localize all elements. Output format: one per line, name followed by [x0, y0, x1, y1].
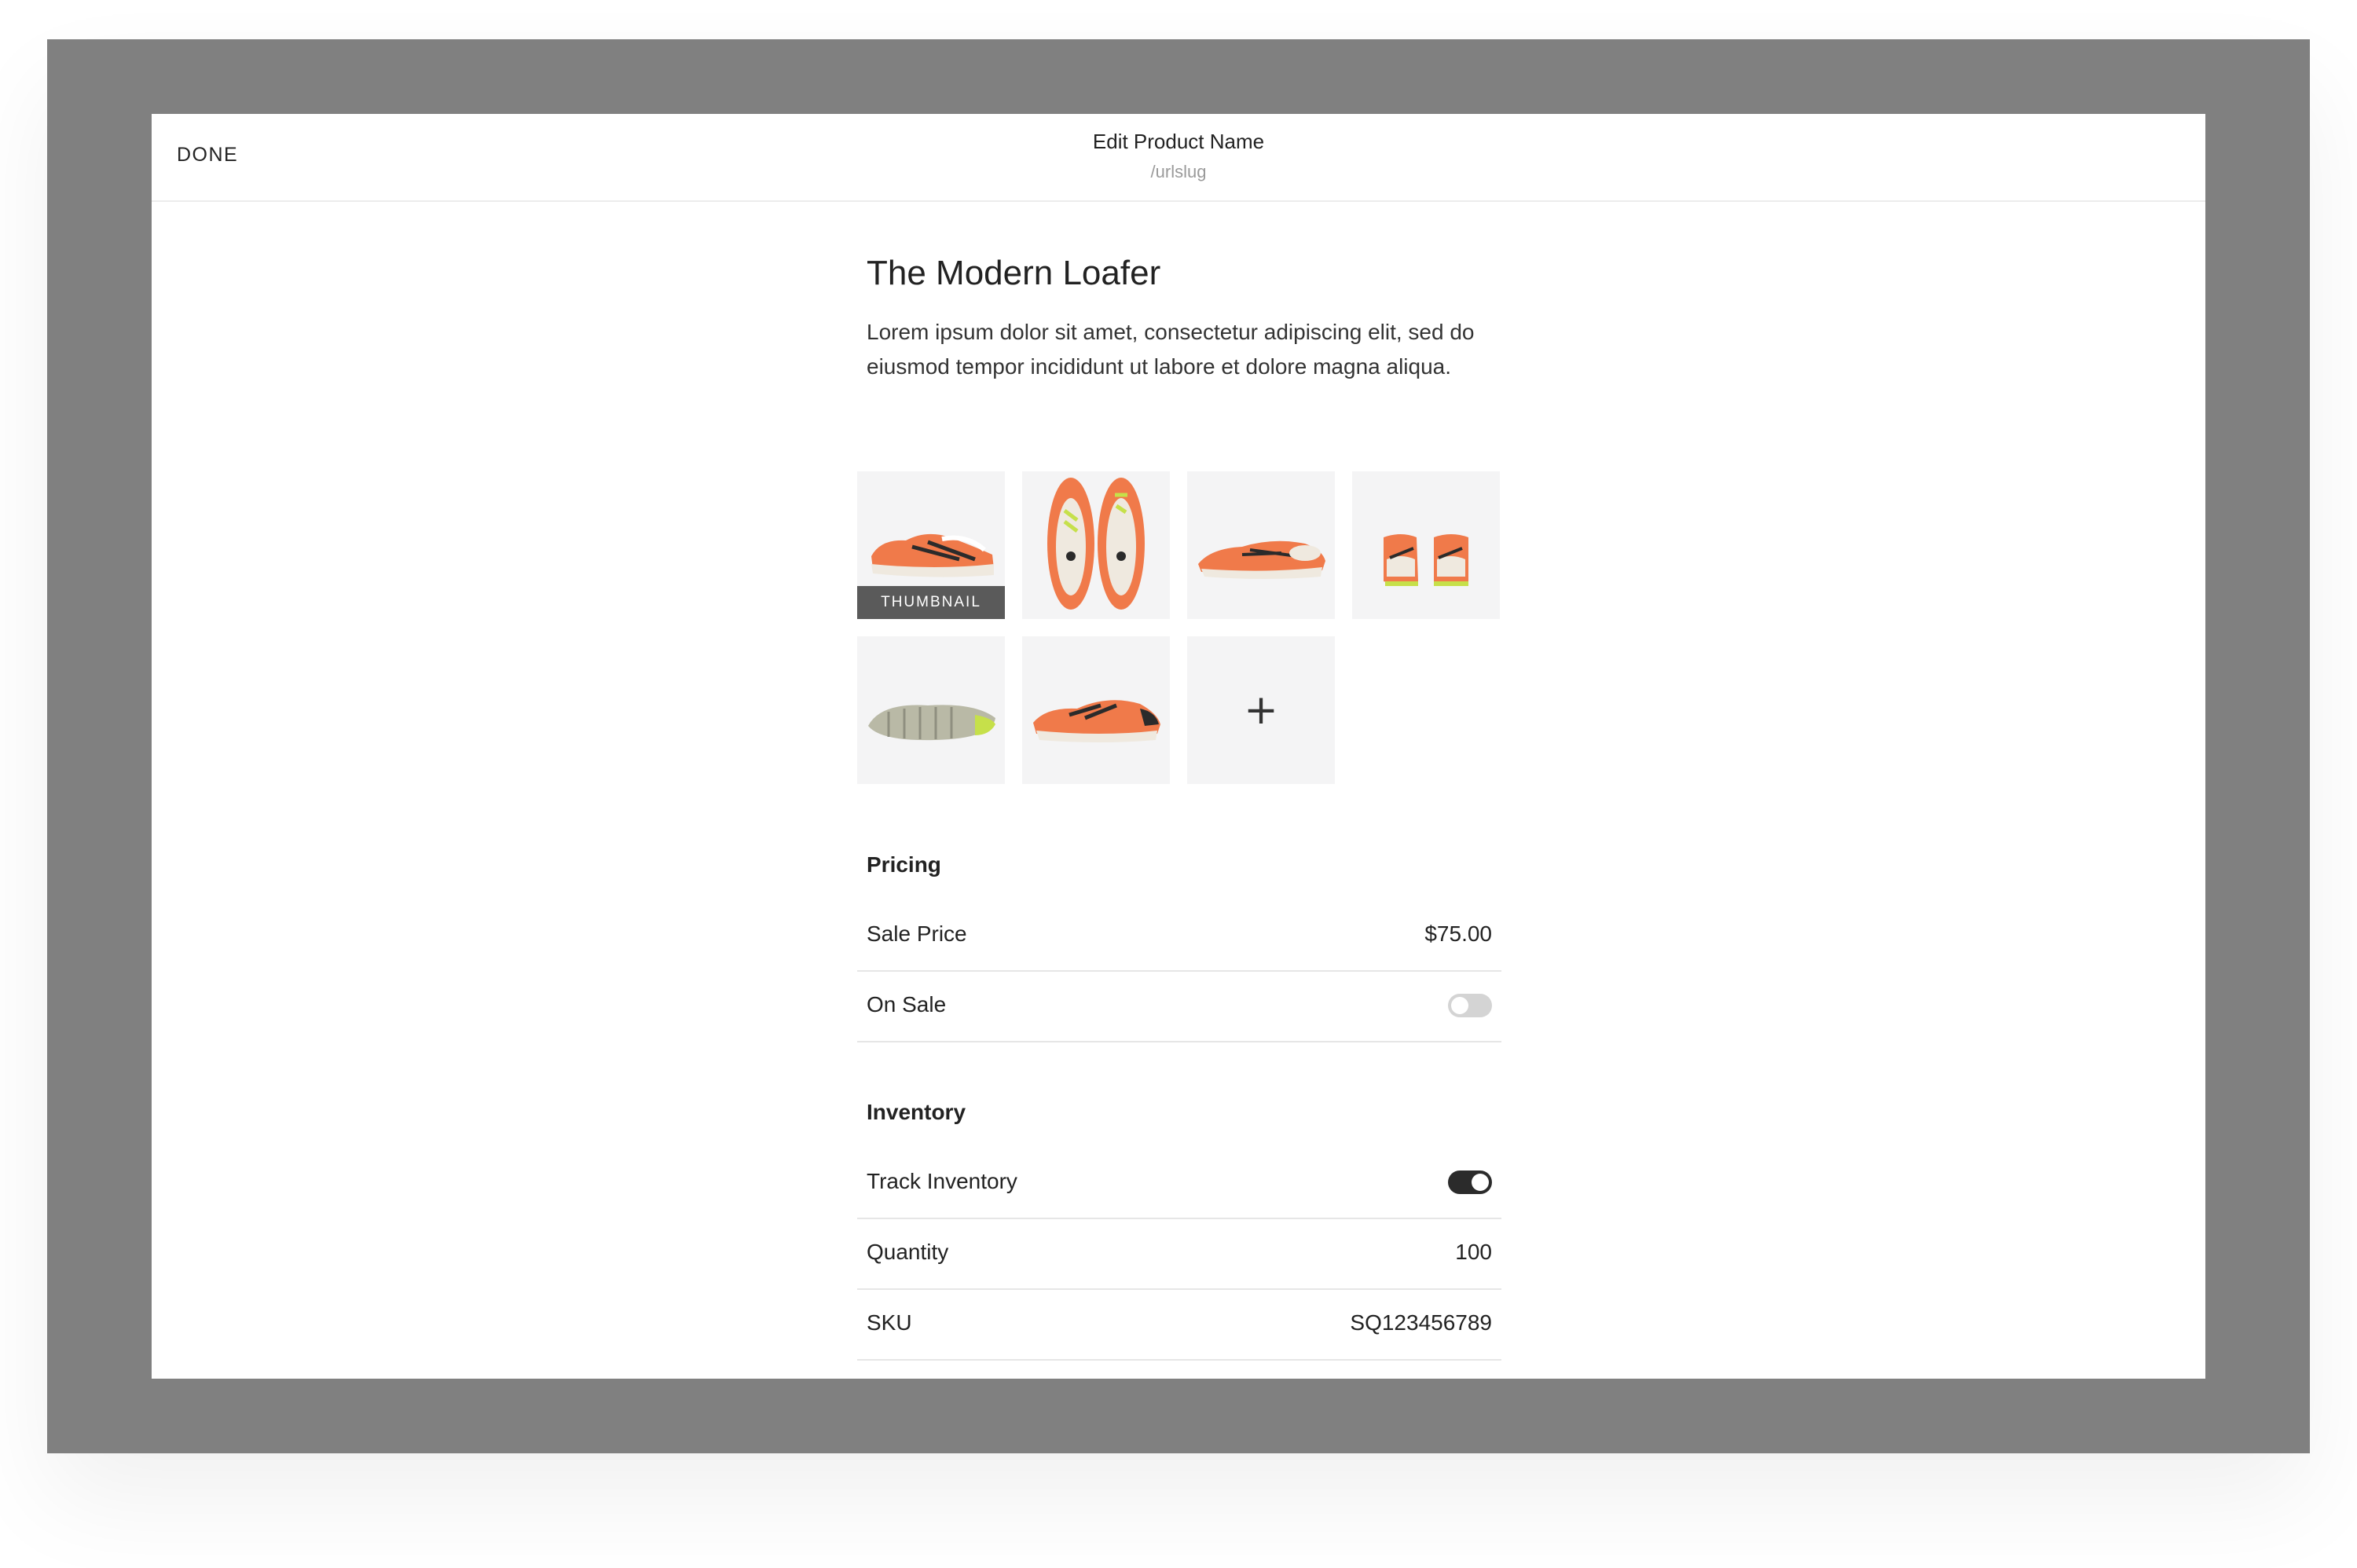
inventory-section-title: Inventory — [867, 1100, 966, 1124]
product-name[interactable]: The Modern Loafer — [867, 254, 1160, 293]
on-sale-row: On Sale — [857, 970, 1501, 1042]
track-inventory-label: Track Inventory — [867, 1169, 1017, 1193]
shoe-side-view-alt-image — [1033, 700, 1160, 742]
product-description[interactable]: Lorem ipsum dolor sit amet, consectetur … — [867, 315, 1487, 384]
product-image-3[interactable] — [1187, 471, 1335, 619]
product-image-4[interactable] — [1352, 471, 1500, 619]
thumbnail-badge: THUMBNAIL — [857, 586, 1005, 619]
sale-price-label: Sale Price — [867, 921, 967, 946]
sale-price-row[interactable]: Sale Price $75.00 — [857, 899, 1501, 972]
sku-value[interactable]: SQ123456789 — [1350, 1310, 1492, 1335]
edit-product-panel: DONE Edit Product Name /urlslug The Mode… — [152, 114, 2205, 1379]
url-slug: /urlslug — [1150, 162, 1207, 181]
toggle-knob — [1451, 997, 1468, 1014]
quantity-label: Quantity — [867, 1240, 949, 1264]
on-sale-toggle[interactable] — [1448, 994, 1492, 1017]
header-title-group: Edit Product Name /urlslug — [152, 130, 2205, 182]
toggle-knob — [1472, 1174, 1489, 1191]
plus-icon: + — [1244, 687, 1278, 734]
page-title: Edit Product Name — [1092, 130, 1265, 153]
shoe-top-view-pair-image — [1047, 478, 1145, 610]
product-image-6[interactable] — [1022, 636, 1170, 784]
sku-row[interactable]: SKU SQ123456789 — [857, 1288, 1501, 1361]
add-image-button[interactable]: + — [1187, 636, 1335, 784]
sku-label: SKU — [867, 1310, 912, 1335]
top-bar: DONE Edit Product Name /urlslug — [152, 114, 2205, 202]
pricing-section-title: Pricing — [867, 852, 941, 877]
track-inventory-toggle[interactable] — [1448, 1171, 1492, 1194]
on-sale-label: On Sale — [867, 992, 947, 1017]
product-image-5[interactable] — [857, 636, 1005, 784]
shoe-sole-view-image — [868, 705, 995, 741]
sale-price-value[interactable]: $75.00 — [1424, 921, 1492, 947]
shoe-angled-view-image — [1198, 540, 1325, 579]
product-image-2[interactable] — [1022, 471, 1170, 619]
track-inventory-row: Track Inventory — [857, 1147, 1501, 1219]
quantity-value[interactable]: 100 — [1455, 1240, 1492, 1265]
shoe-rear-view-pair-image — [1384, 534, 1468, 586]
product-image-1[interactable]: THUMBNAIL — [857, 471, 1005, 619]
quantity-row[interactable]: Quantity 100 — [857, 1218, 1501, 1290]
